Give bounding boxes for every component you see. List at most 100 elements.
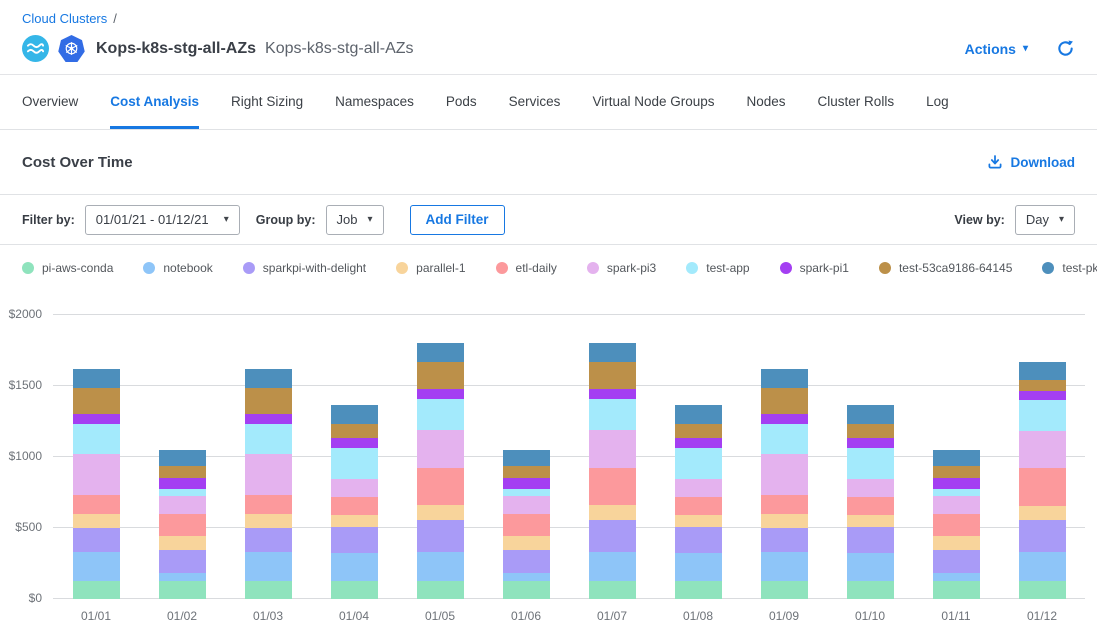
bar-segment-01-03-test-53ca9186-64145[interactable] [245, 388, 292, 415]
legend-item-parallel-1[interactable]: parallel-1 [396, 261, 465, 275]
bar-segment-01-09-test-app[interactable] [761, 424, 808, 454]
legend-item-notebook[interactable]: notebook [143, 261, 212, 275]
tab-nodes[interactable]: Nodes [747, 75, 786, 129]
bar-segment-01-12-etl-daily[interactable] [1019, 468, 1066, 506]
bar-segment-01-05-test-53ca9186-64145[interactable] [417, 362, 464, 389]
bar-segment-01-08-notebook[interactable] [675, 553, 722, 581]
bar-segment-01-09-spark-pi3[interactable] [761, 454, 808, 494]
bar-segment-01-05-etl-daily[interactable] [417, 468, 464, 505]
bar-segment-01-05-pi-aws-conda[interactable] [417, 581, 464, 599]
stacked-bar-01-10[interactable] [847, 315, 894, 599]
bar-segment-01-04-sparkpi-with-delight[interactable] [331, 527, 378, 553]
bar-segment-01-04-spark-pi3[interactable] [331, 479, 378, 497]
bar-segment-01-08-test-pkix[interactable] [675, 405, 722, 424]
bar-segment-01-01-parallel-1[interactable] [73, 514, 120, 528]
stacked-bar-01-01[interactable] [73, 315, 120, 599]
legend-item-test-53ca9186-64145[interactable]: test-53ca9186-64145 [879, 261, 1012, 275]
bar-segment-01-06-parallel-1[interactable] [503, 536, 550, 550]
bar-segment-01-10-test-53ca9186-64145[interactable] [847, 424, 894, 438]
group-by-dropdown[interactable]: Job ▾ [326, 205, 384, 235]
bar-segment-01-12-test-53ca9186-64145[interactable] [1019, 380, 1066, 391]
bar-segment-01-11-test-pkix[interactable] [933, 450, 980, 466]
bar-segment-01-01-test-53ca9186-64145[interactable] [73, 388, 120, 415]
bar-segment-01-02-pi-aws-conda[interactable] [159, 581, 206, 599]
bar-segment-01-02-sparkpi-with-delight[interactable] [159, 550, 206, 573]
tab-services[interactable]: Services [509, 75, 561, 129]
bar-segment-01-09-pi-aws-conda[interactable] [761, 581, 808, 599]
bar-segment-01-02-spark-pi1[interactable] [159, 478, 206, 489]
bar-segment-01-10-notebook[interactable] [847, 553, 894, 581]
bar-segment-01-11-parallel-1[interactable] [933, 536, 980, 550]
bar-segment-01-10-test-pkix[interactable] [847, 405, 894, 424]
bar-segment-01-12-spark-pi1[interactable] [1019, 391, 1066, 400]
bar-segment-01-06-test-pkix[interactable] [503, 450, 550, 466]
bar-segment-01-02-parallel-1[interactable] [159, 536, 206, 550]
bar-segment-01-10-sparkpi-with-delight[interactable] [847, 527, 894, 553]
stacked-bar-01-12[interactable] [1019, 315, 1066, 599]
bar-segment-01-04-test-app[interactable] [331, 448, 378, 479]
bar-segment-01-07-spark-pi1[interactable] [589, 389, 636, 399]
bar-segment-01-01-spark-pi1[interactable] [73, 414, 120, 424]
legend-item-test-pkix[interactable]: test-pkix [1042, 261, 1097, 275]
bar-segment-01-09-notebook[interactable] [761, 552, 808, 580]
bar-segment-01-04-etl-daily[interactable] [331, 497, 378, 515]
bar-segment-01-11-notebook[interactable] [933, 573, 980, 580]
bar-segment-01-12-spark-pi3[interactable] [1019, 431, 1066, 469]
bar-segment-01-08-parallel-1[interactable] [675, 515, 722, 527]
bar-segment-01-01-test-pkix[interactable] [73, 369, 120, 387]
bar-segment-01-08-test-53ca9186-64145[interactable] [675, 424, 722, 438]
bar-segment-01-09-etl-daily[interactable] [761, 495, 808, 514]
bar-segment-01-09-test-pkix[interactable] [761, 369, 808, 387]
bar-segment-01-04-parallel-1[interactable] [331, 515, 378, 527]
bar-segment-01-02-etl-daily[interactable] [159, 514, 206, 536]
bar-segment-01-06-notebook[interactable] [503, 573, 550, 580]
bar-segment-01-04-spark-pi1[interactable] [331, 438, 378, 448]
stacked-bar-01-06[interactable] [503, 315, 550, 599]
bar-segment-01-06-etl-daily[interactable] [503, 514, 550, 536]
bar-segment-01-11-spark-pi3[interactable] [933, 496, 980, 514]
bar-segment-01-07-notebook[interactable] [589, 552, 636, 581]
bar-segment-01-12-parallel-1[interactable] [1019, 506, 1066, 520]
bar-segment-01-10-etl-daily[interactable] [847, 497, 894, 515]
bar-segment-01-05-test-app[interactable] [417, 399, 464, 430]
legend-item-spark-pi3[interactable]: spark-pi3 [587, 261, 656, 275]
bar-segment-01-02-test-pkix[interactable] [159, 450, 206, 466]
bar-segment-01-08-sparkpi-with-delight[interactable] [675, 527, 722, 553]
stacked-bar-01-08[interactable] [675, 315, 722, 599]
tab-right-sizing[interactable]: Right Sizing [231, 75, 303, 129]
add-filter-button[interactable]: Add Filter [410, 205, 505, 235]
bar-segment-01-09-spark-pi1[interactable] [761, 414, 808, 424]
bar-segment-01-01-etl-daily[interactable] [73, 495, 120, 514]
bar-segment-01-06-spark-pi1[interactable] [503, 478, 550, 489]
stacked-bar-01-07[interactable] [589, 315, 636, 599]
bar-segment-01-07-etl-daily[interactable] [589, 468, 636, 505]
bar-segment-01-05-parallel-1[interactable] [417, 505, 464, 521]
bar-segment-01-03-spark-pi3[interactable] [245, 454, 292, 494]
bar-segment-01-09-test-53ca9186-64145[interactable] [761, 388, 808, 415]
bar-segment-01-03-sparkpi-with-delight[interactable] [245, 528, 292, 552]
bar-segment-01-02-spark-pi3[interactable] [159, 496, 206, 514]
bar-segment-01-06-test-53ca9186-64145[interactable] [503, 466, 550, 479]
bar-segment-01-08-spark-pi1[interactable] [675, 438, 722, 448]
bar-segment-01-07-test-pkix[interactable] [589, 343, 636, 362]
bar-segment-01-04-test-pkix[interactable] [331, 405, 378, 424]
bar-segment-01-09-parallel-1[interactable] [761, 514, 808, 528]
bar-segment-01-08-pi-aws-conda[interactable] [675, 581, 722, 599]
legend-item-spark-pi1[interactable]: spark-pi1 [780, 261, 849, 275]
bar-segment-01-12-sparkpi-with-delight[interactable] [1019, 520, 1066, 552]
bar-segment-01-06-pi-aws-conda[interactable] [503, 581, 550, 599]
tab-virtual-node-groups[interactable]: Virtual Node Groups [592, 75, 714, 129]
bar-segment-01-07-test-app[interactable] [589, 399, 636, 430]
bar-segment-01-09-sparkpi-with-delight[interactable] [761, 528, 808, 552]
bar-segment-01-07-parallel-1[interactable] [589, 505, 636, 521]
bar-segment-01-02-test-app[interactable] [159, 489, 206, 496]
bar-segment-01-04-notebook[interactable] [331, 553, 378, 581]
bar-segment-01-05-sparkpi-with-delight[interactable] [417, 520, 464, 552]
bar-segment-01-01-test-app[interactable] [73, 424, 120, 454]
bar-segment-01-11-pi-aws-conda[interactable] [933, 581, 980, 599]
bar-segment-01-05-spark-pi3[interactable] [417, 430, 464, 468]
bar-segment-01-12-pi-aws-conda[interactable] [1019, 581, 1066, 599]
bar-segment-01-02-test-53ca9186-64145[interactable] [159, 466, 206, 479]
bar-segment-01-12-test-pkix[interactable] [1019, 362, 1066, 380]
tab-cluster-rolls[interactable]: Cluster Rolls [818, 75, 895, 129]
